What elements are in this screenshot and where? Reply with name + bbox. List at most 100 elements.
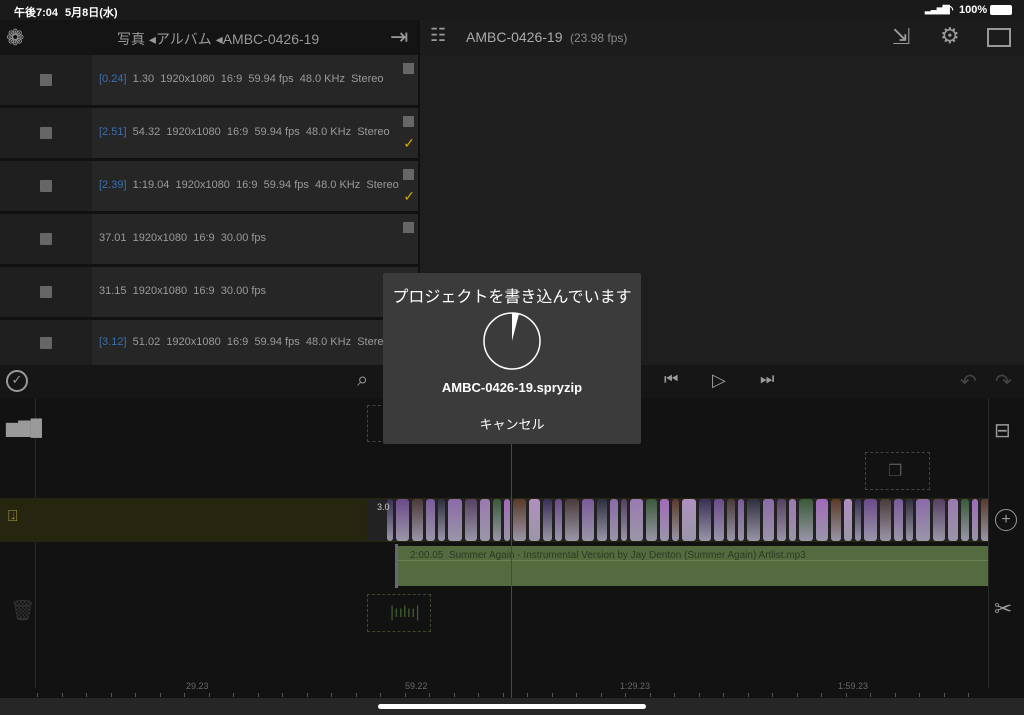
clip-row[interactable]: [0.24] 1.30 1920x1080 16:9 59.94 fps 48.…	[0, 55, 418, 105]
clip-row[interactable]: 31.15 1920x1080 16:9 30.00 fps	[0, 267, 418, 317]
audio-clip[interactable]: 2:00.05 Summer Again - Instrumental Vers…	[398, 546, 988, 586]
video-frame-thumbnail	[864, 499, 877, 541]
clip-fps: 59.94 fps	[254, 335, 300, 348]
checkmark-icon: ✓	[403, 135, 415, 151]
clip-audio: 48.0 KHz	[315, 179, 361, 191]
breadcrumb-album[interactable]: アルバム	[156, 31, 212, 47]
gear-icon[interactable]: ⚙	[940, 23, 960, 49]
clip-aspect: 16:9	[193, 285, 215, 297]
dialog-title: プロジェクトを書き込んでいます	[392, 289, 632, 306]
clip-audio: 48.0 KHz	[299, 73, 345, 85]
clip-aspect: 16:9	[226, 126, 249, 138]
cancel-button[interactable]: キャンセル	[383, 414, 641, 433]
clip-thumbnail[interactable]	[0, 161, 92, 211]
video-frame-thumbnail	[543, 499, 552, 541]
status-date: 5月8日(水)	[65, 7, 118, 19]
clip-duration: 51.02	[132, 335, 161, 348]
audio-clip-handle[interactable]	[395, 544, 398, 588]
clip-duration: 37.01	[99, 232, 127, 244]
breadcrumb-current: AMBC-0426-19	[222, 31, 320, 47]
ruler-tick	[968, 693, 969, 697]
video-frame-thumbnail	[799, 499, 813, 541]
title-placeholder[interactable]: ❐	[865, 452, 930, 490]
clip-fps: 30.00 fps	[220, 285, 267, 297]
clip-thumbnail[interactable]	[0, 55, 92, 105]
clip-aspect: 16:9	[226, 335, 249, 348]
clip-info: [2.51] 54.32 1920x1080 16:9 59.94 fps 48…	[99, 126, 393, 138]
clip-row[interactable]: [2.51] 54.32 1920x1080 16:9 59.94 fps 48…	[0, 108, 418, 158]
export-icon[interactable]: ⇲	[892, 24, 910, 50]
import-icon[interactable]: ⇥	[390, 24, 408, 50]
ruler-tick	[870, 693, 871, 697]
clip-row[interactable]: [2.39] 1:19.04 1920x1080 16:9 59.94 fps …	[0, 161, 418, 211]
home-indicator[interactable]	[378, 704, 646, 709]
video-frame-thumbnail	[504, 499, 510, 541]
clip-aspect: 16:9	[193, 232, 215, 244]
ruler-label: 29.23	[186, 681, 209, 691]
audio-placeholder[interactable]: |ıılıı|	[367, 594, 431, 632]
clip-offset: [2.39]	[99, 179, 127, 191]
ruler-tick	[331, 693, 332, 697]
clip-info: 37.01 1920x1080 16:9 30.00 fps	[99, 232, 269, 244]
search-icon[interactable]: ⌕	[357, 369, 368, 392]
clip-thumbnail[interactable]	[0, 267, 92, 317]
clip-row[interactable]: [3.12] 51.02 1920x1080 16:9 59.94 fps 48…	[0, 320, 418, 365]
video-frame-thumbnail	[981, 499, 988, 541]
video-frame-thumbnail	[948, 499, 958, 541]
video-frame-thumbnail	[630, 499, 643, 541]
video-frame-thumbnail	[789, 499, 796, 541]
ruler-tick	[478, 693, 479, 697]
clip-thumbnail[interactable]	[0, 214, 92, 264]
ruler-tick	[796, 693, 798, 697]
clip-channels: Stereo	[366, 179, 399, 191]
layout-icon[interactable]	[987, 28, 1011, 47]
video-frame-thumbnail	[448, 499, 462, 541]
project-list-icon[interactable]: ☷	[430, 25, 446, 46]
ruler-tick	[453, 693, 455, 697]
trash-icon[interactable]: 🗑	[10, 598, 35, 623]
play-icon[interactable]: ▷	[712, 370, 726, 391]
audio-levels-icon[interactable]: ▆▇█	[6, 418, 42, 438]
video-clip-filmstrip[interactable]	[367, 499, 988, 541]
flower-menu-icon[interactable]: ❁	[6, 25, 24, 51]
clip-row[interactable]: 37.01 1920x1080 16:9 30.00 fps	[0, 214, 418, 264]
toolbox-icon[interactable]: ⊟	[994, 418, 1011, 443]
ruler-tick	[502, 693, 504, 697]
video-frame-thumbnail	[714, 499, 724, 541]
time-ruler[interactable]: 29.23 59.22 1:29.23 1:59.23	[0, 678, 1024, 698]
battery-percent: 100%	[959, 4, 988, 16]
video-frame-thumbnail	[906, 499, 913, 541]
undo-icon[interactable]: ↶	[960, 369, 977, 394]
video-frame-thumbnail	[777, 499, 786, 541]
video-frame-thumbnail	[699, 499, 711, 541]
clip-media-icon	[40, 233, 52, 245]
skip-back-icon[interactable]: ⏮	[664, 371, 678, 389]
video-frame-thumbnail	[480, 499, 490, 541]
video-frame-thumbnail	[529, 499, 540, 541]
scissors-icon[interactable]: ✂	[994, 596, 1012, 622]
add-icon[interactable]: +	[995, 509, 1017, 531]
skip-forward-icon[interactable]: ⏭	[760, 371, 774, 389]
clip-audio: 48.0 KHz	[305, 126, 352, 138]
redo-icon[interactable]: ↷	[995, 369, 1012, 394]
ruler-tick	[527, 693, 528, 697]
clip-offset: [3.12]	[99, 335, 127, 348]
video-frame-thumbnail	[894, 499, 903, 541]
clip-resolution: 1920x1080	[132, 285, 188, 297]
clip-offset: [0.24]	[99, 73, 127, 85]
ruler-tick	[943, 693, 945, 697]
clip-info: [2.39] 1:19.04 1920x1080 16:9 59.94 fps …	[99, 179, 402, 191]
ruler-label: 59.22	[405, 681, 428, 691]
video-frame-thumbnail	[621, 499, 627, 541]
breadcrumb-photos[interactable]: 写真	[117, 31, 145, 47]
video-clip-label: 3.0	[377, 502, 390, 512]
ruler-tick	[159, 693, 161, 697]
video-frame-thumbnail	[747, 499, 760, 541]
video-frame-thumbnail	[672, 499, 679, 541]
clip-thumbnail[interactable]	[0, 108, 92, 158]
video-frame-thumbnail	[610, 499, 618, 541]
select-check-icon[interactable]: ✓	[6, 370, 28, 392]
track-anchor-icon[interactable]: ⍗	[8, 508, 18, 526]
clip-thumbnail[interactable]	[0, 320, 92, 365]
clip-fps: 30.00 fps	[220, 232, 267, 244]
